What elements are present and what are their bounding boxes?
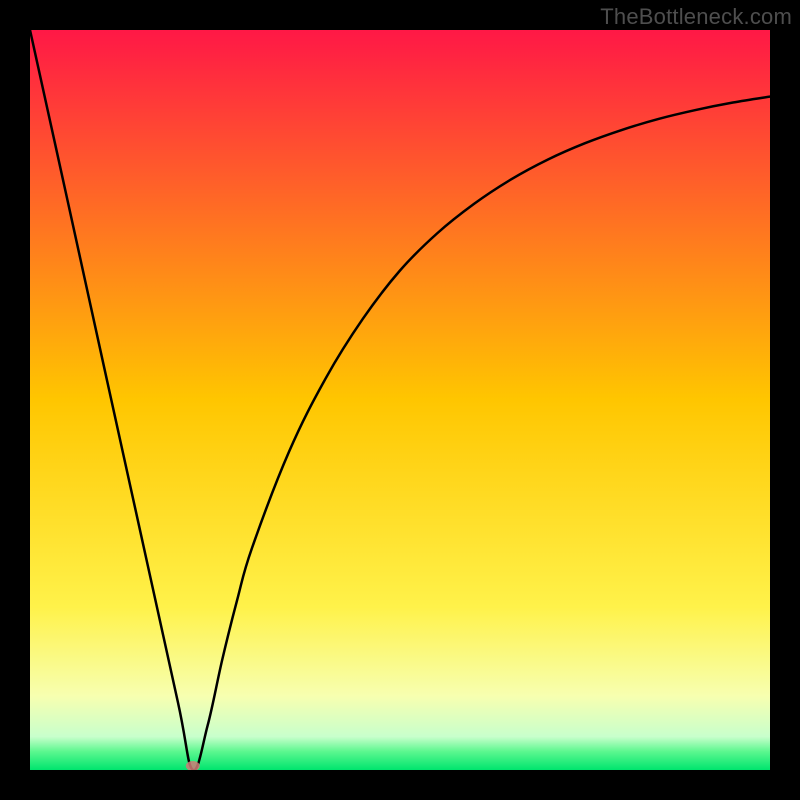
chart-svg <box>30 30 770 770</box>
plot-area <box>30 30 770 770</box>
watermark-label: TheBottleneck.com <box>600 4 792 30</box>
chart-frame: TheBottleneck.com <box>0 0 800 800</box>
gradient-background <box>30 30 770 770</box>
